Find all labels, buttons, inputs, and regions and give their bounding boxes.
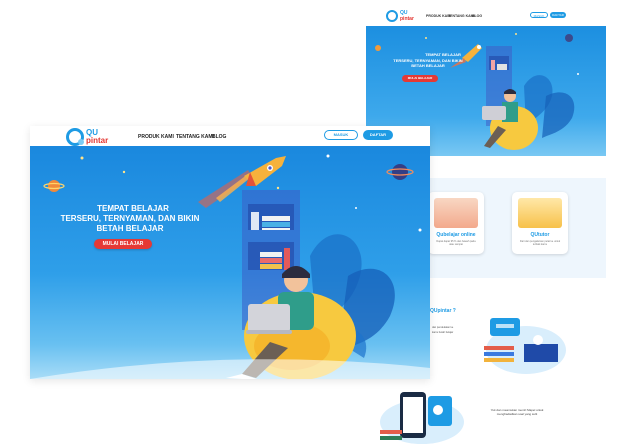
preview-register-button[interactable]: DAFTAR: [550, 12, 566, 18]
preview-nav-tentang[interactable]: TENTANG KAMI: [448, 14, 475, 18]
cta-mulai-belajar-button[interactable]: MULAI BELAJAR: [94, 239, 152, 249]
nav-tentang-kami[interactable]: TENTANG KAMI: [176, 134, 214, 140]
logo-pintar: pintar: [86, 136, 109, 145]
preview-logo-icon[interactable]: [386, 10, 398, 22]
preview-logo-pintar: pintar: [400, 16, 414, 22]
navbar: QU pintar PRODUK KAMI TENTANG KAMI BLOG …: [30, 126, 430, 146]
preview-login-button[interactable]: MASUK: [530, 12, 548, 18]
preview-product-card[interactable]: Qubelajar online Dapat dapat 95 % dan ba…: [428, 192, 484, 254]
hero-illustration: [30, 154, 430, 379]
preview-hero-headline: TERSERU, TERNYAMAN, DAN BIKIN BETAH BELA…: [380, 58, 476, 68]
register-button[interactable]: DAFTAR: [363, 130, 393, 140]
login-button[interactable]: MASUK: [324, 130, 358, 140]
preview-feature-text: Yuk dan meamukan mentri Mapel untuk meng…: [490, 408, 544, 416]
preview-navbar: QU pintar PRODUK KAMI TENTANG KAMI BLOG …: [366, 6, 606, 26]
preview-feature-illustration: [380, 392, 464, 444]
preview-hero-tagline: TEMPAT BELAJAR: [425, 52, 461, 57]
preview-about-line: dan pendekatan ke: [432, 326, 454, 329]
preview-about-illustration: [484, 318, 566, 374]
preview-about-line: kamu betah belajar: [432, 331, 454, 334]
main-page-mockup: QU pintar PRODUK KAMI TENTANG KAMI BLOG …: [30, 126, 430, 379]
preview-cta-button[interactable]: MULAI BELAJAR: [402, 75, 438, 82]
hero-tagline: TEMPAT BELAJAR: [97, 204, 169, 213]
preview-nav-blog[interactable]: BLOG: [472, 14, 482, 18]
preview-product-title: QUtutor: [530, 232, 550, 238]
preview-hero-headline-line2: BETAH BELAJAR: [411, 63, 445, 68]
preview-product-title: Qubelajar online: [436, 232, 476, 238]
preview-product-desc: Dari dan pengalaman pelat ke untuk terba…: [519, 240, 561, 246]
hero-section: TEMPAT BELAJAR TERSERU, TERNYAMAN, DAN B…: [30, 146, 430, 379]
nav-blog[interactable]: BLOG: [212, 134, 226, 140]
preview-product-desc: Dapat dapat 95 % dan bawah pada atau sam…: [436, 240, 476, 246]
preview-product-image: [434, 198, 478, 228]
hero-headline-line2: BETAH BELAJAR: [96, 224, 164, 233]
preview-product-card[interactable]: QUtutor Dari dan pengalaman pelat ke unt…: [512, 192, 568, 254]
preview-about-title: QUpintar ?: [430, 308, 456, 314]
nav-produk-kami[interactable]: PRODUK KAMI: [138, 134, 174, 140]
logo-dot: [78, 139, 84, 145]
preview-product-image: [518, 198, 562, 228]
hero-headline-line1: TERSERU, TERNYAMAN, DAN BIKIN: [60, 214, 200, 223]
hero-headline: TERSERU, TERNYAMAN, DAN BIKIN BETAH BELA…: [55, 214, 205, 234]
